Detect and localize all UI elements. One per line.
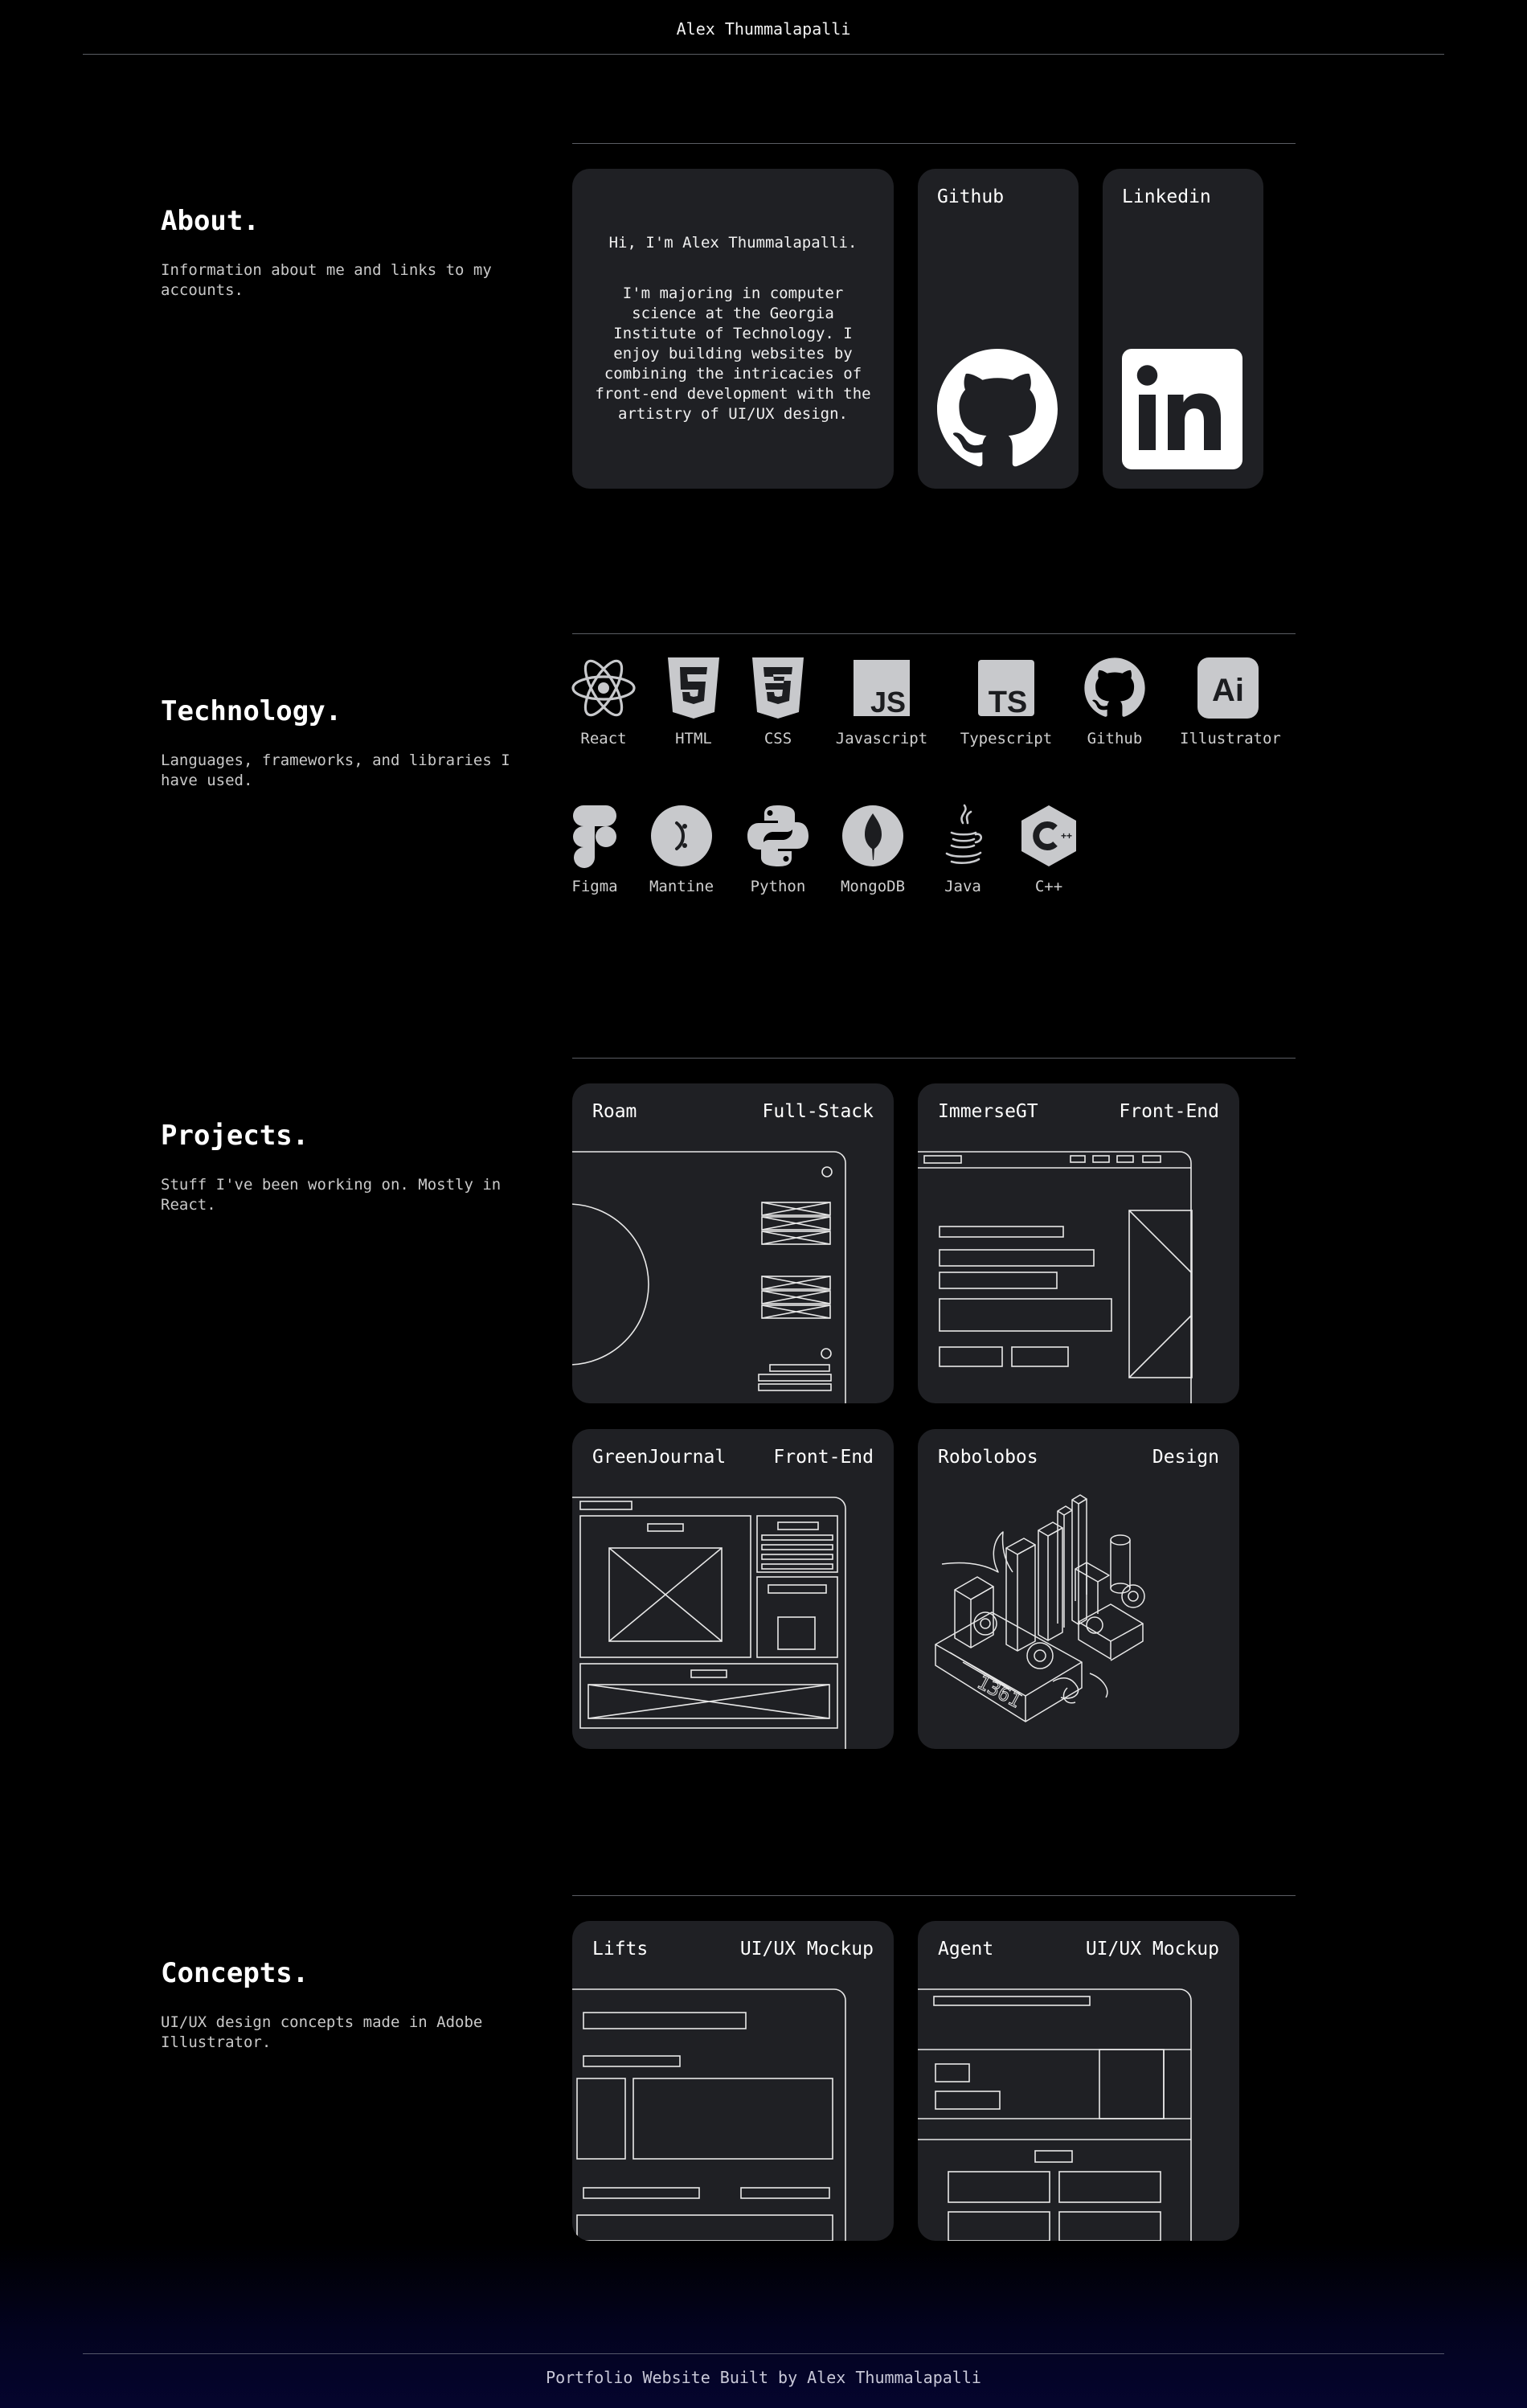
lifts-wireframe-image	[572, 1988, 846, 2241]
robolobos-isometric-image: 1361	[935, 1494, 1145, 1722]
linkedin-card[interactable]: Linkedin	[1103, 169, 1263, 489]
project-card-greenjournal[interactable]: GreenJournal Front-End	[572, 1429, 894, 1749]
mantine-icon	[651, 805, 712, 866]
agent-wireframe-image	[918, 1988, 1192, 2241]
project-card-robolobos[interactable]: Robolobos Design 1361	[918, 1429, 1239, 1749]
roam-wireframe-image	[572, 1151, 846, 1403]
about-text: Hi, I'm Alex Thummalapalli. I'm majoring…	[590, 233, 876, 424]
svg-text:Ai: Ai	[1212, 673, 1244, 708]
github-icon	[937, 349, 1058, 467]
tech-label: Java	[944, 878, 981, 895]
project-card-roam[interactable]: Roam Full-Stack	[572, 1083, 894, 1403]
linkedin-icon	[1122, 349, 1242, 469]
site-title[interactable]: Alex Thummalapalli	[0, 19, 1527, 39]
tech-label: CSS	[764, 730, 792, 747]
tech-label: Github	[1087, 730, 1143, 747]
css3-icon	[752, 657, 804, 719]
about-divider	[572, 143, 1296, 144]
about-greeting: Hi, I'm Alex Thummalapalli.	[608, 234, 858, 252]
header-divider	[83, 54, 1444, 55]
tech-label: HTML	[675, 730, 712, 747]
tech-mongodb: MongoDB	[833, 804, 913, 895]
about-bio: I'm majoring in computer science at the …	[595, 285, 871, 423]
tech-label: MongoDB	[840, 878, 906, 895]
tech-label: Mantine	[649, 878, 714, 895]
about-description: Information about me and links to my acc…	[161, 261, 492, 299]
html5-icon	[668, 657, 719, 719]
tech-python: Python	[738, 804, 818, 895]
immersegt-wireframe-image	[918, 1151, 1193, 1403]
technology-description: Languages, frameworks, and libraries I h…	[161, 751, 510, 789]
footer-divider	[83, 2353, 1444, 2354]
technology-title: Technology.	[161, 695, 342, 727]
tech-illustrator: Ai Illustrator	[1180, 656, 1281, 747]
tech-java: Java	[923, 804, 1003, 895]
tech-label: Python	[750, 878, 806, 895]
github-icon	[1084, 657, 1145, 717]
tech-typescript: TS Typescript	[958, 656, 1054, 747]
tech-css: CSS	[738, 656, 818, 747]
project-card-immersegt[interactable]: ImmerseGT Front-End	[918, 1083, 1239, 1403]
projects-title: Projects.	[161, 1120, 309, 1152]
about-card: Hi, I'm Alex Thummalapalli. I'm majoring…	[572, 169, 894, 489]
cplusplus-icon: ++	[1021, 805, 1076, 866]
svg-text:++: ++	[1061, 830, 1072, 842]
projects-description: Stuff I've been working on. Mostly in Re…	[161, 1176, 501, 1214]
projects-divider	[572, 1058, 1296, 1059]
tech-mantine: Mantine	[641, 804, 722, 895]
tech-figma: Figma	[555, 804, 635, 895]
github-card-label: Github	[937, 186, 1005, 207]
concept-card-agent[interactable]: Agent UI/UX Mockup	[918, 1921, 1239, 2241]
java-icon	[945, 804, 983, 864]
python-icon	[747, 805, 809, 866]
tech-label: Typescript	[960, 730, 1053, 747]
about-title: About.	[161, 205, 260, 237]
concepts-divider	[572, 1895, 1296, 1896]
react-icon	[571, 659, 636, 717]
footer-text: Portfolio Website Built by Alex Thummala…	[546, 2368, 981, 2387]
illustrator-icon: Ai	[1197, 657, 1259, 719]
javascript-icon: JS	[854, 660, 910, 719]
concepts-title: Concepts.	[161, 1957, 309, 1989]
tech-label: React	[580, 730, 627, 747]
figma-icon	[573, 805, 616, 868]
tech-html: HTML	[653, 656, 734, 747]
tech-react: React	[563, 656, 644, 747]
github-card[interactable]: Github	[918, 169, 1079, 489]
linkedin-card-label: Linkedin	[1122, 186, 1211, 207]
mongodb-icon	[842, 805, 903, 866]
concept-card-lifts[interactable]: Lifts UI/UX Mockup	[572, 1921, 894, 2241]
technology-divider	[572, 633, 1296, 634]
typescript-icon: TS	[978, 660, 1034, 719]
greenjournal-wireframe-image	[572, 1497, 846, 1749]
tech-label: Figma	[571, 878, 618, 895]
tech-label: Illustrator	[1180, 730, 1281, 747]
tech-cplusplus: ++ C++	[1009, 804, 1089, 895]
svg-text:JS: JS	[870, 686, 906, 719]
tech-label: C++	[1034, 878, 1063, 895]
tech-javascript: JS Javascript	[833, 656, 930, 747]
tech-github: Github	[1075, 656, 1155, 747]
svg-text:TS: TS	[989, 686, 1028, 719]
concepts-description: UI/UX design concepts made in Adobe Illu…	[161, 2013, 483, 2051]
svg-text:1361: 1361	[973, 1671, 1025, 1713]
tech-label: Javascript	[835, 730, 928, 747]
